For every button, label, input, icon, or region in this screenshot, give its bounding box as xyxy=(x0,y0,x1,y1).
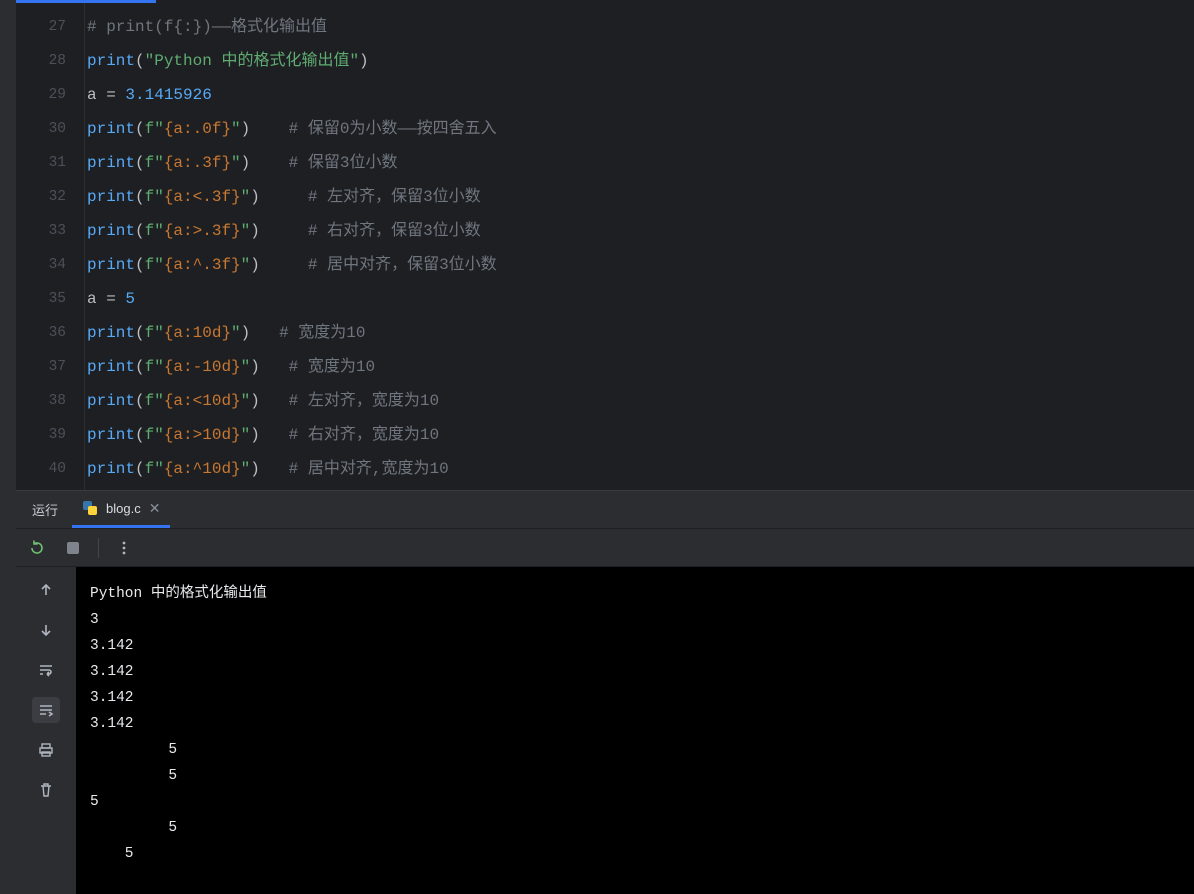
code-line[interactable]: # print(f{:})——格式化输出值 xyxy=(87,10,1194,44)
print-icon[interactable] xyxy=(32,737,60,763)
rerun-icon[interactable] xyxy=(26,537,48,559)
line-number: 37 xyxy=(16,350,84,384)
line-number: 32 xyxy=(16,180,84,214)
code-line[interactable]: print(f"{a:.0f}") # 保留0为小数——按四舍五入 xyxy=(87,112,1194,146)
python-icon xyxy=(82,500,98,516)
code-line[interactable]: print(f"{a:>.3f}") # 右对齐，保留3位小数 xyxy=(87,214,1194,248)
code-area[interactable]: # print(f{:})——格式化输出值print("Python 中的格式化… xyxy=(84,0,1194,490)
run-toolbar xyxy=(16,529,1194,567)
run-tab-label: blog.c xyxy=(106,501,141,516)
code-line[interactable]: print("Python 中的格式化输出值") xyxy=(87,44,1194,78)
down-arrow-icon[interactable] xyxy=(32,617,60,643)
more-icon[interactable] xyxy=(113,537,135,559)
code-line[interactable]: print(f"{a:10d}") # 宽度为10 xyxy=(87,316,1194,350)
code-line[interactable]: print(f"{a:-10d}") # 宽度为10 xyxy=(87,350,1194,384)
code-line[interactable]: print(f"{a:^10d}") # 居中对齐,宽度为10 xyxy=(87,452,1194,486)
line-number: 30 xyxy=(16,112,84,146)
tab-active-indicator xyxy=(16,0,156,3)
line-number: 40 xyxy=(16,452,84,486)
line-number: 35 xyxy=(16,282,84,316)
line-number: 29 xyxy=(16,78,84,112)
up-arrow-icon[interactable] xyxy=(32,577,60,603)
code-line[interactable]: print(f"{a:<.3f}") # 左对齐，保留3位小数 xyxy=(87,180,1194,214)
code-line[interactable]: print(f"{a:^.3f}") # 居中对齐，保留3位小数 xyxy=(87,248,1194,282)
code-line[interactable]: print(f"{a:.3f}") # 保留3位小数 xyxy=(87,146,1194,180)
line-number-gutter: 2728293031323334353637383940 xyxy=(16,0,84,490)
code-line[interactable]: a = 3.1415926 xyxy=(87,78,1194,112)
line-number: 36 xyxy=(16,316,84,350)
run-panel-title: 运行 xyxy=(16,500,72,519)
line-number: 34 xyxy=(16,248,84,282)
soft-wrap-icon[interactable] xyxy=(32,657,60,683)
line-number: 33 xyxy=(16,214,84,248)
code-line[interactable]: print(f"{a:<10d}") # 左对齐，宽度为10 xyxy=(87,384,1194,418)
toolbar-divider xyxy=(98,538,99,558)
line-number: 28 xyxy=(16,44,84,78)
scroll-to-end-icon[interactable] xyxy=(32,697,60,723)
stop-icon[interactable] xyxy=(62,537,84,559)
close-icon[interactable]: ✕ xyxy=(149,500,161,517)
code-line[interactable]: print(f"{a:>10d}") # 右对齐，宽度为10 xyxy=(87,418,1194,452)
run-side-toolbar xyxy=(16,567,76,894)
trash-icon[interactable] xyxy=(32,777,60,803)
run-tool-window: 运行 blog.c ✕ xyxy=(16,490,1194,894)
console-output[interactable]: Python 中的格式化输出值 3 3.142 3.142 3.142 3.14… xyxy=(76,567,1194,894)
code-editor[interactable]: 2728293031323334353637383940 # print(f{:… xyxy=(16,0,1194,490)
line-number: 38 xyxy=(16,384,84,418)
line-number: 27 xyxy=(16,10,84,44)
line-number: 31 xyxy=(16,146,84,180)
line-number: 39 xyxy=(16,418,84,452)
left-gutter-rail xyxy=(0,0,16,894)
code-line[interactable]: a = 5 xyxy=(87,282,1194,316)
run-tab[interactable]: blog.c ✕ xyxy=(72,491,170,528)
run-tabs-bar: 运行 blog.c ✕ xyxy=(16,491,1194,529)
